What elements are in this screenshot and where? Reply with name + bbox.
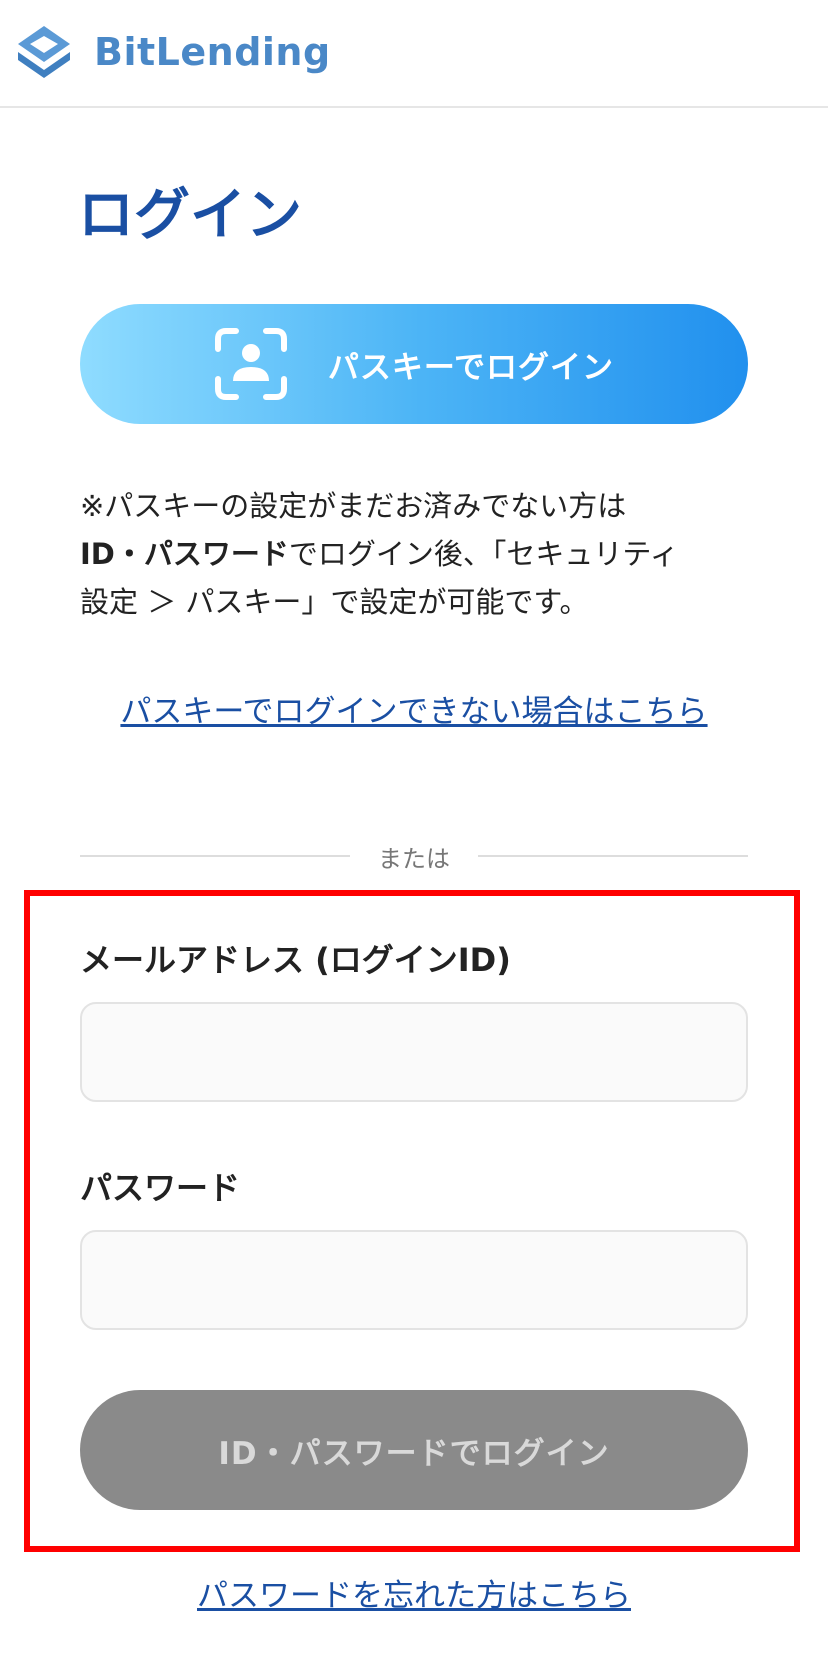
passkey-login-label: パスキーでログイン: [327, 349, 615, 386]
or-divider: または: [80, 836, 748, 876]
passkey-note: ※パスキーの設定がまだお済みでない方は ID・パスワードでログイン後、「セキュリ…: [80, 482, 750, 626]
id-password-login-button[interactable]: ID・パスワードでログイン: [80, 1390, 748, 1510]
note-line-1: ※パスキーの設定がまだお済みでない方は: [80, 489, 627, 523]
bitlending-logo-icon: [18, 26, 70, 78]
note-line-2: ID・パスワードでログイン後、「セキュリティ: [80, 530, 750, 578]
note-line-2-rest: でログイン後、「セキュリティ: [288, 537, 679, 571]
email-label: メールアドレス (ログインID): [80, 941, 511, 979]
note-bold-text: ID・パスワード: [80, 537, 289, 571]
logo[interactable]: BitLending: [14, 22, 331, 82]
divider-line-left: [80, 855, 350, 857]
forgot-password-link[interactable]: パスワードを忘れた方はこちら: [0, 1574, 828, 1618]
logo-text: BitLending: [94, 30, 331, 74]
passkey-login-button[interactable]: パスキーでログイン: [80, 304, 748, 424]
passkey-help-link[interactable]: パスキーでログインできない場合はこちら: [0, 690, 828, 734]
password-label: パスワード: [80, 1169, 241, 1207]
app-header: BitLending: [0, 0, 828, 108]
page-title: ログイン: [78, 183, 302, 248]
password-input[interactable]: [80, 1230, 748, 1330]
email-input[interactable]: [80, 1002, 748, 1102]
divider-line-right: [478, 855, 748, 857]
divider-text: または: [378, 844, 450, 873]
note-line-3: 設定 ＞ パスキー」で設定が可能です。: [80, 585, 589, 619]
face-scan-icon: [214, 328, 287, 400]
